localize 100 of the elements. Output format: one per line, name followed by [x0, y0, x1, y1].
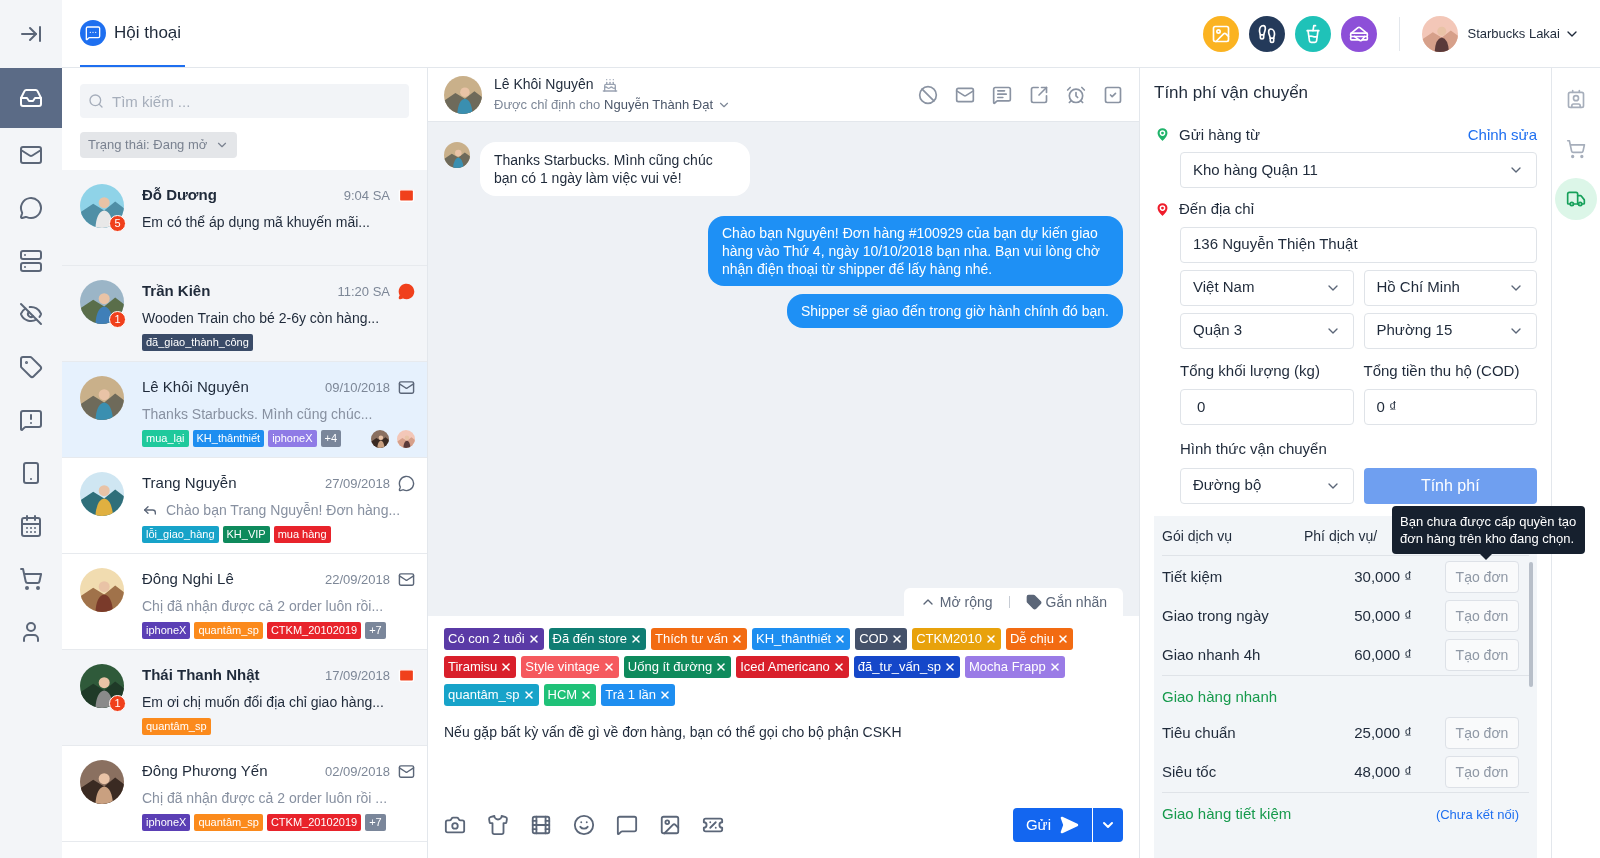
- mail-icon: [398, 570, 415, 588]
- tag-label: Thích tư vấn: [655, 630, 729, 649]
- tag: +7: [365, 813, 386, 831]
- conversation-item[interactable]: 1 Trần Kiên 11:20 SA Wooden Train cho bé 2-6y còn hàng... đã_giao_thành_công: [62, 266, 427, 362]
- conversation-item[interactable]: Lê Khôi Nguyên 09/10/2018 Thanks Starbucks. Mình cũng chúc... mua_lại KH_thânthiết iphoneX +4: [62, 362, 427, 458]
- remove-icon[interactable]: [715, 661, 728, 673]
- label-button[interactable]: Gắn nhãn: [1025, 591, 1107, 613]
- message-time: 9:04 SA: [343, 186, 390, 205]
- group-title: Giao hàng tiết kiệm: [1162, 804, 1292, 825]
- remove-icon[interactable]: [659, 689, 671, 701]
- comment-icon[interactable]: [992, 84, 1012, 105]
- image-icon[interactable]: [659, 814, 681, 836]
- remove-icon[interactable]: [630, 633, 643, 645]
- message-field[interactable]: Nếu gặp bất kỳ vấn đề gì về đơn hàng, bạn có thể gọi cho bộ phận CSKH: [444, 722, 1123, 808]
- message-bubble: Shipper sẽ giao đến trong giờ hành chính đó bạn.: [786, 294, 1123, 328]
- send-options-button[interactable]: [1093, 808, 1123, 842]
- remove-icon[interactable]: [834, 633, 847, 645]
- tag: quantâm_sp: [142, 717, 211, 735]
- send-button[interactable]: Gửi: [1012, 808, 1092, 842]
- city-select[interactable]: Hồ Chí Minh: [1363, 269, 1537, 306]
- service-name: Giao nhanh 4h: [1162, 644, 1262, 665]
- edit-link[interactable]: Chỉnh sửa: [1467, 123, 1537, 146]
- weight-field[interactable]: 0: [1180, 389, 1354, 425]
- footprints-icon: [1256, 23, 1277, 44]
- unread-badge: 1: [109, 695, 126, 712]
- column-header: Gói dịch vụ: [1162, 526, 1234, 546]
- remove-icon[interactable]: [891, 633, 904, 645]
- warehouse-select[interactable]: Kho hàng Quận 11: [1180, 152, 1537, 188]
- alert-message-icon: [19, 407, 43, 432]
- nav-item[interactable]: [0, 68, 62, 128]
- image-icon: [1210, 23, 1231, 44]
- message-preview: Em có thể áp dụng mã khuyến mãi...: [142, 212, 370, 232]
- address-field[interactable]: 136 Nguyễn Thiện Thuật: [1180, 226, 1537, 263]
- connection-status: (Chưa kết nối): [1435, 805, 1519, 824]
- tag: đã_giao_thành_công: [142, 333, 253, 351]
- tag-label: Có con 2 tuổi: [448, 630, 525, 649]
- tag-label: quantâm_sp: [448, 686, 520, 705]
- tag-icon: [19, 354, 43, 379]
- unread-badge: 5: [109, 215, 126, 232]
- search-icon: [88, 93, 104, 109]
- scrollbar[interactable]: [1529, 561, 1533, 687]
- chat-bubble-icon: [19, 195, 43, 220]
- contact-name: Lê Khôi Nguyên: [142, 377, 249, 397]
- conversation-item[interactable]: 1 Thái Thanh Nhật 17/09/2018 Em ơi chị muốn đổi địa chỉ giao hàng... quantâm_sp: [62, 650, 427, 746]
- conversations-tab[interactable]: Hội thoại: [80, 0, 186, 67]
- tag-label: COD: [859, 630, 889, 649]
- district-select[interactable]: Quận 3: [1180, 312, 1354, 349]
- side-tab[interactable]: [1555, 178, 1597, 220]
- external-link-icon[interactable]: [1029, 84, 1049, 105]
- message-preview: Thanks Starbucks. Mình cũng chúc...: [142, 404, 373, 424]
- service-price: 48,000 ₫: [1353, 761, 1412, 782]
- tag-label: đã_tư_vấn_sp: [857, 658, 941, 677]
- camera-icon[interactable]: [444, 814, 466, 836]
- tag-label: Tiramisu: [448, 658, 498, 677]
- cod-field[interactable]: 0 ₫: [1363, 389, 1537, 425]
- contact-name: Đông Nghi Lê: [142, 569, 234, 589]
- expand-button[interactable]: Mở rộng: [919, 591, 993, 613]
- shirt-icon[interactable]: [487, 814, 509, 836]
- checkbox-icon[interactable]: [1103, 84, 1123, 105]
- send-icon: [1059, 815, 1079, 835]
- contact-card-icon: [1566, 89, 1586, 109]
- tag: KH_VIP: [222, 525, 270, 543]
- service-name: Tiết kiệm: [1162, 566, 1224, 587]
- unread-badge: 1: [109, 311, 126, 328]
- film-icon[interactable]: [530, 814, 552, 836]
- tag-label: Style vintage: [525, 658, 600, 677]
- tag: +4: [320, 430, 342, 447]
- remove-icon[interactable]: [832, 661, 845, 673]
- contact-name: Đông Phương Yến: [142, 761, 268, 781]
- app-button[interactable]: [1340, 15, 1377, 52]
- chat-bubble-icon: [398, 282, 415, 300]
- app-button[interactable]: [1248, 15, 1285, 52]
- tag: +7: [365, 621, 386, 639]
- search-field[interactable]: Tìm kiếm ...: [80, 84, 409, 118]
- field-label: Hình thức vận chuyển: [1180, 439, 1328, 459]
- tag-label: Uống ít đường: [627, 658, 713, 677]
- chat-bubble-icon: [398, 474, 415, 492]
- account-menu[interactable]: Starbucks Lakai: [1467, 23, 1580, 44]
- ward-select[interactable]: Phường 15: [1363, 312, 1537, 349]
- alarm-clock-icon[interactable]: [1066, 84, 1086, 105]
- conversation-item[interactable]: 5 Đỗ Dương 9:04 SA Em có thể áp dụng mã khuyến mãi...: [62, 170, 427, 266]
- contact-name: Đỗ Dương: [142, 185, 217, 205]
- message-time: 22/09/2018: [324, 570, 390, 589]
- tag-label: CTKM2010: [916, 630, 982, 649]
- shipping-method-select[interactable]: Đường bộ: [1180, 467, 1354, 504]
- remove-icon[interactable]: [944, 661, 956, 673]
- assignee-selector[interactable]: Nguyễn Thành Đạt: [604, 95, 713, 115]
- calendar-icon: [19, 513, 43, 538]
- field-label: Gửi hàng từ: [1179, 124, 1260, 145]
- smile-icon[interactable]: [573, 814, 595, 836]
- card-list-icon: [19, 248, 43, 273]
- remove-icon[interactable]: [527, 633, 540, 645]
- block-icon[interactable]: [918, 84, 938, 105]
- tag: lỗi_giao_hàng: [142, 525, 219, 543]
- tag: quantâm_sp: [194, 813, 263, 831]
- cart-icon: [19, 566, 43, 591]
- speech-bubble-icon[interactable]: [616, 814, 638, 836]
- remove-icon[interactable]: [500, 661, 513, 673]
- country-select[interactable]: Việt Nam: [1180, 269, 1354, 306]
- mail-icon: [398, 378, 415, 396]
